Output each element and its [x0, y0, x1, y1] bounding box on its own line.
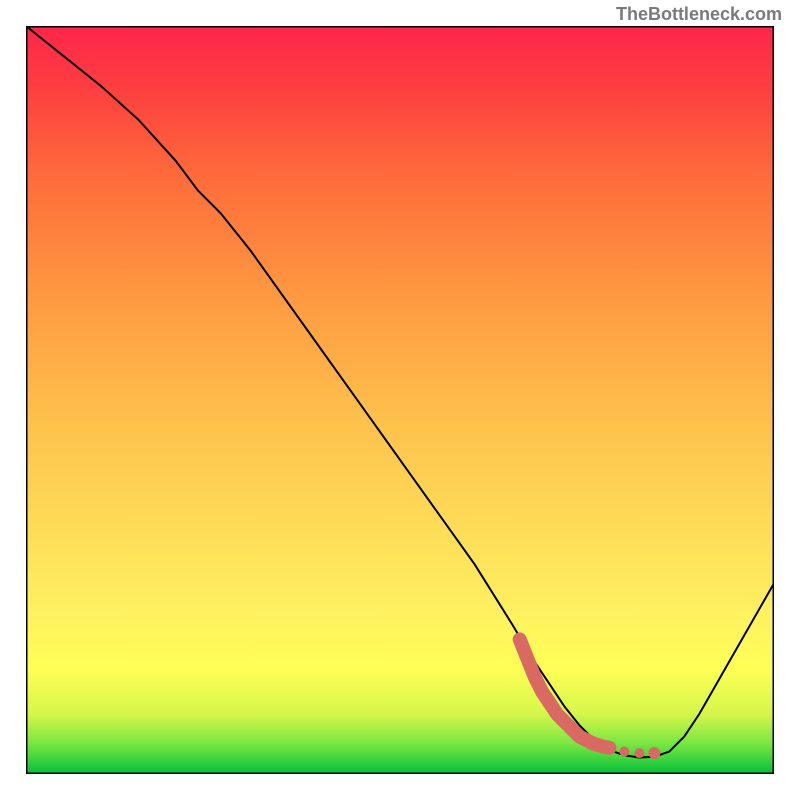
- watermark-text: TheBottleneck.com: [616, 4, 782, 25]
- chart-svg: [26, 26, 774, 774]
- gradient-background: [26, 26, 774, 774]
- plot-area: [26, 26, 774, 774]
- chart-container: TheBottleneck.com: [0, 0, 800, 800]
